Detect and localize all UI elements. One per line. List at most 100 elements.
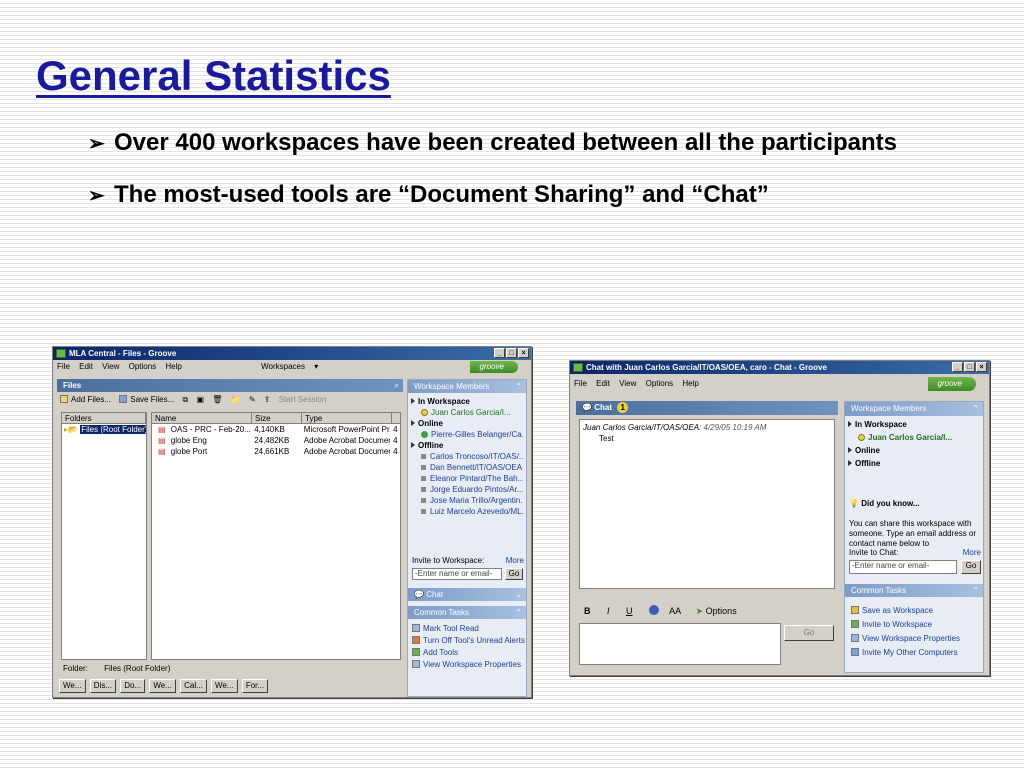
groove-app-icon xyxy=(573,363,583,372)
taskbar-button[interactable]: For... xyxy=(241,679,269,693)
task-invite-to-workspace[interactable]: Invite to Workspace xyxy=(851,618,983,632)
menu-options[interactable]: Options xyxy=(129,362,157,371)
text-color-icon[interactable] xyxy=(649,605,660,615)
offline-section[interactable]: Offline xyxy=(411,440,523,451)
more-link[interactable]: More xyxy=(506,556,524,565)
chat-icon: 💬 xyxy=(414,590,424,599)
member-item[interactable]: Pierre-Gilles Belanger/Ca... xyxy=(411,429,523,440)
close-button[interactable]: × xyxy=(518,348,529,358)
member-item[interactable]: Jorge Eduardo Pintos/Ar... xyxy=(411,484,523,495)
taskbar-button[interactable]: We... xyxy=(211,679,238,693)
online-section[interactable]: Online xyxy=(848,445,980,458)
common-tasks-list: Mark Tool Read Turn Off Tool's Unread Al… xyxy=(412,623,526,671)
files-window-titlebar[interactable]: MLA Central - Files - Groove _ □ × xyxy=(53,347,531,360)
menu-view[interactable]: View xyxy=(102,362,119,371)
column-size[interactable]: Size xyxy=(252,413,302,423)
chat-message-text: Test xyxy=(599,434,614,443)
chat-window-titlebar[interactable]: Chat with Juan Carlos Garcia/IT/OAS/OEA,… xyxy=(570,361,989,374)
task-mark-tool-read[interactable]: Mark Tool Read xyxy=(412,623,526,635)
menu-view[interactable]: View xyxy=(619,379,636,388)
files-panel-header: Files ⌕ xyxy=(57,379,403,392)
taskbar-button[interactable]: Cal... xyxy=(180,679,207,693)
delete-icon[interactable]: 🗑 xyxy=(212,392,222,408)
options-button[interactable]: ➤ Options xyxy=(696,606,737,616)
taskbar-button[interactable]: We... xyxy=(59,679,86,693)
mark-icon[interactable]: ✎ xyxy=(249,392,256,408)
underline-button[interactable]: U xyxy=(626,606,633,616)
add-files-button[interactable]: Add Files... xyxy=(60,392,111,408)
members-list: In Workspace Juan Carlos Garcia/I... Onl… xyxy=(845,416,983,474)
taskbar-button[interactable]: Do... xyxy=(120,679,146,693)
chat-sidebar: Workspace Members ⌃ In Workspace Juan Car… xyxy=(844,401,984,673)
in-workspace-section[interactable]: In Workspace xyxy=(411,396,523,407)
member-item[interactable]: Dan Bennett/IT/OAS/OEA xyxy=(411,462,523,473)
member-item[interactable]: Eleanor Pintard/The Bah... xyxy=(411,473,523,484)
menu-edit[interactable]: Edit xyxy=(79,362,93,371)
unread-badge: 1 xyxy=(617,402,629,413)
task-save-as-workspace[interactable]: Save as Workspace xyxy=(851,604,983,618)
save-files-button[interactable]: Save Files... xyxy=(119,392,174,408)
chat-message-input[interactable] xyxy=(579,623,781,665)
start-session-button[interactable]: Start Session xyxy=(279,392,327,408)
menu-help[interactable]: Help xyxy=(682,379,698,388)
workspace-members-header[interactable]: Workspace Members ⌃ xyxy=(408,380,526,393)
menu-file[interactable]: File xyxy=(574,379,587,388)
search-icon[interactable]: ⌕ xyxy=(395,379,399,392)
more-link[interactable]: More xyxy=(963,548,981,557)
task-view-properties[interactable]: View Workspace Properties xyxy=(412,659,526,671)
files-panel: Files ⌕ Add Files... Save Files... ⧉ ▣ 🗑… xyxy=(57,379,403,697)
task-view-properties[interactable]: View Workspace Properties xyxy=(851,632,983,646)
invite-input[interactable]: -Enter name or email- xyxy=(412,568,502,580)
member-item[interactable]: Luiz Marcelo Azevedo/ML... xyxy=(411,506,523,517)
lightbulb-icon: 💡 xyxy=(849,499,859,508)
invite-go-button[interactable]: Go xyxy=(505,568,523,580)
workspace-members-header[interactable]: Workspace Members ⌃ xyxy=(845,402,983,416)
menu-help[interactable]: Help xyxy=(165,362,181,371)
pdf-file-icon: ▤ xyxy=(158,447,166,456)
task-add-tools[interactable]: Add Tools xyxy=(412,647,526,659)
bold-button[interactable]: B xyxy=(584,606,591,616)
task-turn-off-alerts[interactable]: Turn Off Tool's Unread Alerts xyxy=(412,635,526,647)
file-row[interactable]: ▤ OAS - PRC - Feb-20... 4,140KB Microsof… xyxy=(152,424,400,435)
member-item[interactable]: Juan Carlos Garcia/I... xyxy=(411,407,523,418)
close-button[interactable]: × xyxy=(976,362,987,372)
invite-go-button[interactable]: Go xyxy=(961,560,981,574)
common-tasks-header[interactable]: Common Tasks ⌃ xyxy=(845,584,983,597)
menu-edit[interactable]: Edit xyxy=(596,379,610,388)
font-size-button[interactable]: AA xyxy=(669,606,681,616)
member-item[interactable]: Juan Carlos Garcia/I... xyxy=(848,432,980,445)
minimize-button[interactable]: _ xyxy=(952,362,963,372)
workspaces-dropdown[interactable]: Workspaces ▾ xyxy=(261,362,318,371)
offline-section[interactable]: Offline xyxy=(848,458,980,471)
file-row[interactable]: ▤ globe Eng 24,482KB Adobe Acrobat Docum… xyxy=(152,435,400,446)
online-section[interactable]: Online xyxy=(411,418,523,429)
groove-logo: groove xyxy=(469,361,518,373)
in-workspace-section[interactable]: In Workspace xyxy=(848,419,980,432)
chat-section-header[interactable]: 💬 Chat ⌄ xyxy=(408,588,526,601)
member-item[interactable]: Carlos Troncoso/IT/OAS/... xyxy=(411,451,523,462)
taskbar-button[interactable]: Dis... xyxy=(89,679,116,693)
maximize-button[interactable]: □ xyxy=(964,362,975,372)
minimize-button[interactable]: _ xyxy=(494,348,505,358)
options-icon: ➤ xyxy=(695,606,704,616)
send-go-button[interactable]: Go xyxy=(784,625,834,641)
paste-icon[interactable]: ▣ xyxy=(196,392,204,408)
taskbar-button[interactable]: We... xyxy=(149,679,176,693)
export-icon[interactable]: ⇪ xyxy=(264,392,271,408)
invite-chat-input[interactable]: -Enter name or email- xyxy=(849,560,957,574)
task-invite-other-computers[interactable]: Invite My Other Computers xyxy=(851,646,983,660)
menu-file[interactable]: File xyxy=(57,362,70,371)
member-item[interactable]: Jose Maria Trillo/Argentin... xyxy=(411,495,523,506)
taskbar: We... Dis... Do... We... Cal... We... Fo… xyxy=(59,679,270,693)
file-row[interactable]: ▤ globe Port 24,661KB Adobe Acrobat Docu… xyxy=(152,446,400,457)
copy-icon[interactable]: ⧉ xyxy=(183,392,189,408)
common-tasks-header[interactable]: Common Tasks ⌃ xyxy=(408,606,526,619)
column-name[interactable]: Name xyxy=(152,413,252,423)
new-folder-icon[interactable]: 📁 xyxy=(231,392,241,408)
root-folder-item[interactable]: ▸📂 Files (Root Folder) xyxy=(62,424,146,435)
maximize-button[interactable]: □ xyxy=(506,348,517,358)
italic-button[interactable]: I xyxy=(607,606,610,616)
menu-options[interactable]: Options xyxy=(646,379,674,388)
chat-message-header: Juan Carlos Garcia/IT/OAS/OEA: 4/29/05 1… xyxy=(583,423,767,432)
column-type[interactable]: Type xyxy=(302,413,392,423)
